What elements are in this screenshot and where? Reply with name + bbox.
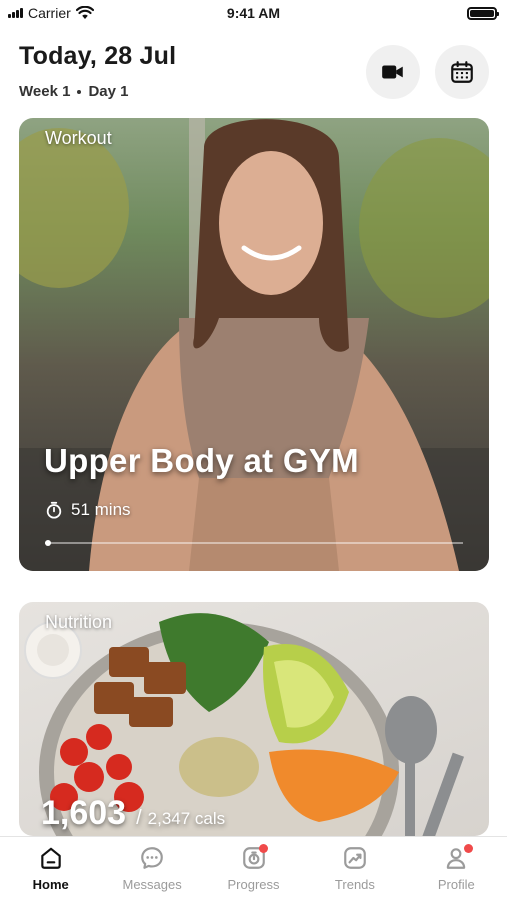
tab-label-messages: Messages	[122, 877, 182, 892]
tab-label-profile: Profile	[437, 877, 475, 892]
duration-label: 51 mins	[71, 500, 131, 519]
workout-progress-bar	[45, 540, 463, 546]
chat-icon	[141, 847, 163, 869]
calorie-separator: /	[136, 807, 142, 829]
calorie-summary: 1,603 / 2,347 cals	[41, 794, 225, 833]
calories-consumed: 1,603	[41, 794, 127, 832]
week-label: Week 1	[19, 83, 71, 100]
tab-bar: Home Messages Progress Trends Profile	[0, 836, 507, 900]
status-bar: Carrier 9:41 AM	[0, 0, 507, 26]
wifi-icon	[75, 6, 94, 19]
tab-messages[interactable]: Messages	[101, 837, 202, 900]
carrier-label: Carrier	[28, 5, 71, 21]
calendar-button[interactable]	[435, 45, 489, 99]
stopwatch-icon	[46, 501, 62, 519]
progress-badge	[258, 844, 268, 853]
page-title: Today, 28 Jul	[19, 42, 177, 70]
profile-badge	[463, 844, 473, 853]
tab-label-trends: Trends	[334, 877, 375, 892]
battery-icon	[467, 7, 499, 20]
workout-title: Upper Body at GYM	[44, 442, 359, 479]
tab-profile[interactable]: Profile	[406, 837, 507, 900]
tab-progress[interactable]: Progress	[203, 837, 304, 900]
nutrition-tag: Nutrition	[45, 612, 113, 632]
status-left: Carrier	[8, 5, 94, 21]
tab-trends[interactable]: Trends	[304, 837, 405, 900]
workout-card[interactable]: Workout Upper Body at GYM 51 mins	[19, 118, 489, 571]
day-label: Day 1	[88, 83, 129, 100]
week-day-label: Week 1 Day 1	[19, 83, 128, 100]
workout-duration: 51 mins	[45, 500, 131, 520]
tab-label-home: Home	[32, 877, 69, 892]
separator-dot	[77, 89, 82, 94]
video-button[interactable]	[366, 45, 420, 99]
tab-label-progress: Progress	[227, 877, 280, 892]
nutrition-card[interactable]: Nutrition 1,603 / 2,347 cals	[19, 602, 489, 836]
workout-tag: Workout	[45, 128, 112, 148]
trends-icon	[344, 847, 366, 869]
progress-indicator	[45, 540, 51, 546]
calendar-icon	[451, 61, 473, 83]
signal-icon	[8, 8, 23, 18]
tab-home[interactable]: Home	[0, 837, 101, 900]
video-camera-icon	[382, 65, 403, 79]
home-icon	[40, 847, 61, 869]
calorie-target: 2,347 cals	[147, 809, 226, 828]
